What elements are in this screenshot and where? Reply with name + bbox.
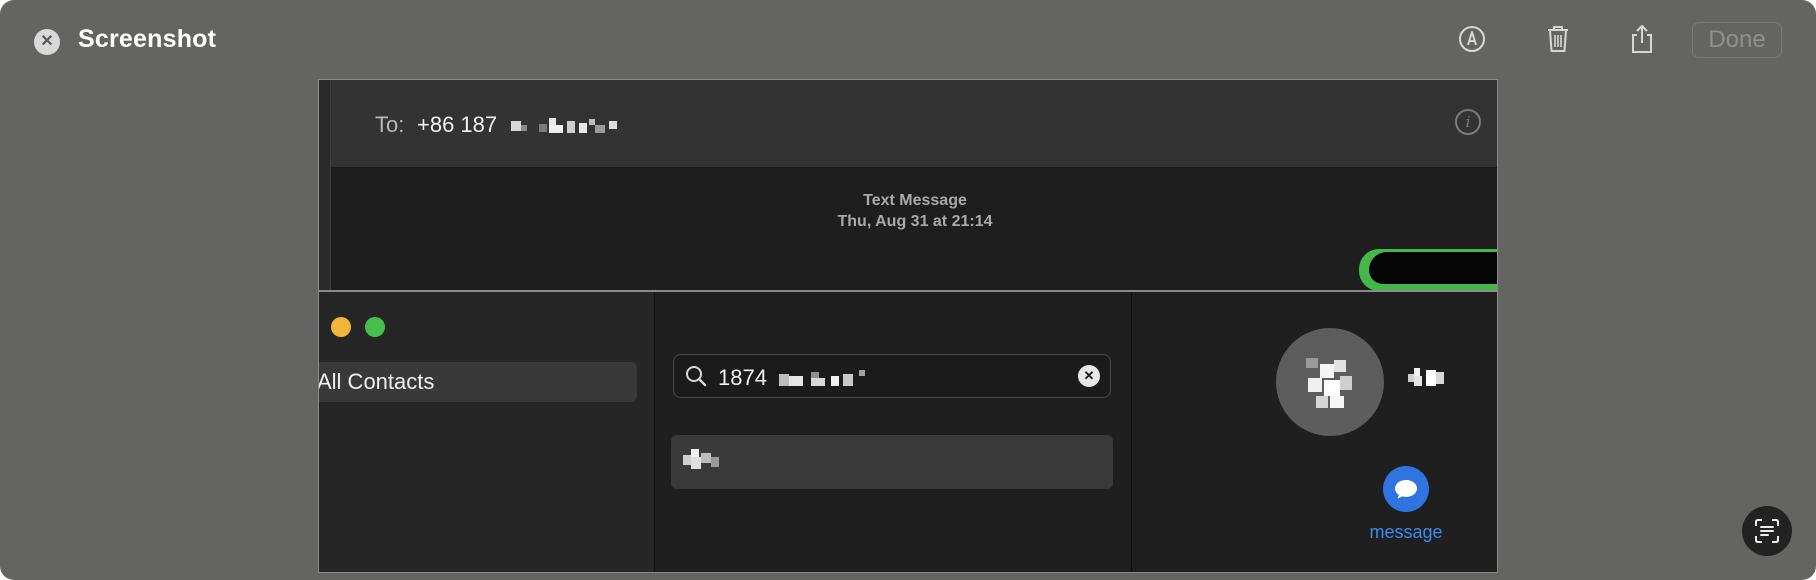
recipient-field[interactable]: +86 187	[417, 112, 623, 138]
message-button[interactable]	[1383, 466, 1429, 512]
redaction-scribble	[1369, 252, 1497, 284]
info-icon[interactable]: i	[1455, 109, 1481, 135]
redacted-digits	[779, 370, 866, 387]
redacted-digits	[511, 118, 618, 134]
markup-button[interactable]	[1456, 22, 1488, 56]
delete-button[interactable]	[1542, 22, 1574, 56]
redacted-contact-name	[1408, 368, 1444, 386]
messages-sidebar-edge	[319, 80, 331, 290]
message-timestamp: Thu, Aug 31 at 21:14	[837, 213, 993, 230]
share-button[interactable]	[1626, 22, 1658, 56]
contacts-list: 1874 ✕	[655, 292, 1132, 572]
contacts-sidebar: All Contacts	[318, 292, 655, 572]
search-input[interactable]: 1874 ✕	[673, 354, 1111, 398]
sidebar-item-all-contacts[interactable]: All Contacts	[318, 362, 637, 402]
message-header: To: +86 187 i	[331, 80, 1497, 168]
minimize-button[interactable]	[331, 317, 351, 337]
message-type-label: Text Message	[863, 192, 967, 209]
window-title: Screenshot	[78, 25, 217, 53]
screenshot-preview: To: +86 187 i Text Message Thu, Aug 31 a…	[318, 79, 1498, 573]
live-text-button[interactable]	[1742, 506, 1792, 556]
message-button-label[interactable]: message	[1362, 522, 1450, 543]
quicklook-window: ✕ Screenshot Done To: +86 187 i Text Mes…	[0, 0, 1816, 580]
conversation-area: Text Message Thu, Aug 31 at 21:14	[331, 168, 1497, 291]
redacted-contact-name	[683, 449, 719, 469]
live-text-icon	[1755, 519, 1779, 543]
trash-icon	[1548, 26, 1568, 52]
redacted-avatar-initial	[1306, 358, 1352, 408]
close-icon: ✕	[40, 33, 54, 50]
list-item[interactable]	[671, 435, 1113, 489]
close-button[interactable]: ✕	[34, 29, 60, 55]
message-bubble-icon	[1395, 480, 1417, 499]
search-icon	[686, 366, 707, 387]
sidebar-item-label: All Contacts	[318, 369, 435, 394]
done-button[interactable]: Done	[1692, 22, 1782, 58]
clear-icon[interactable]: ✕	[1078, 365, 1100, 387]
markup-icon	[1459, 26, 1485, 52]
zoom-button[interactable]	[365, 317, 385, 337]
contacts-window: All Contacts 1874 ✕ message	[318, 292, 1497, 572]
to-label: To:	[375, 112, 405, 137]
search-value: 1874	[718, 365, 869, 391]
recipient-number: +86 187	[417, 112, 498, 137]
contact-detail: message	[1132, 292, 1497, 572]
avatar	[1276, 328, 1384, 436]
share-icon	[1632, 25, 1652, 53]
